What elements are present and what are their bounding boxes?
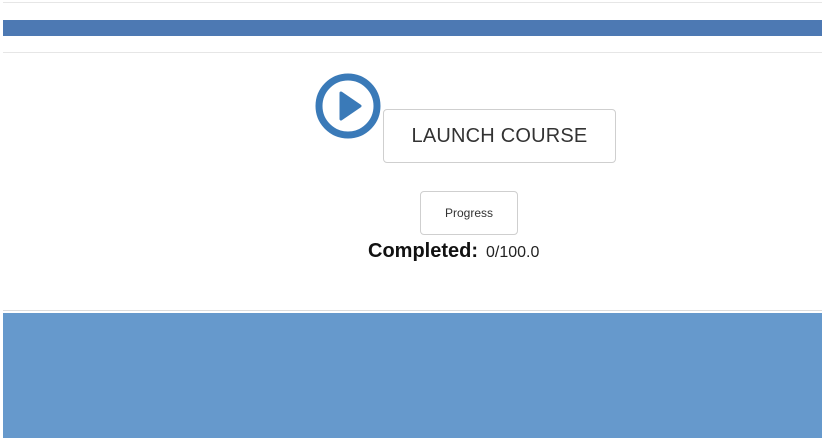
progress-button[interactable]: Progress xyxy=(420,191,518,235)
footer-divider xyxy=(3,310,822,311)
play-circle-icon[interactable] xyxy=(314,72,382,140)
page: LAUNCH COURSE Progress Completed: 0/100.… xyxy=(0,0,822,440)
completed-value: 0/100.0 xyxy=(486,244,540,261)
footer xyxy=(3,313,822,438)
header-bar xyxy=(3,20,822,36)
top-divider xyxy=(3,2,822,3)
completion-status: Completed: 0/100.0 xyxy=(368,240,539,263)
completed-label: Completed: xyxy=(368,240,478,262)
header-divider xyxy=(3,52,822,53)
play-circle-icon-graphic xyxy=(315,73,381,139)
launch-course-button[interactable]: LAUNCH COURSE xyxy=(383,109,616,163)
